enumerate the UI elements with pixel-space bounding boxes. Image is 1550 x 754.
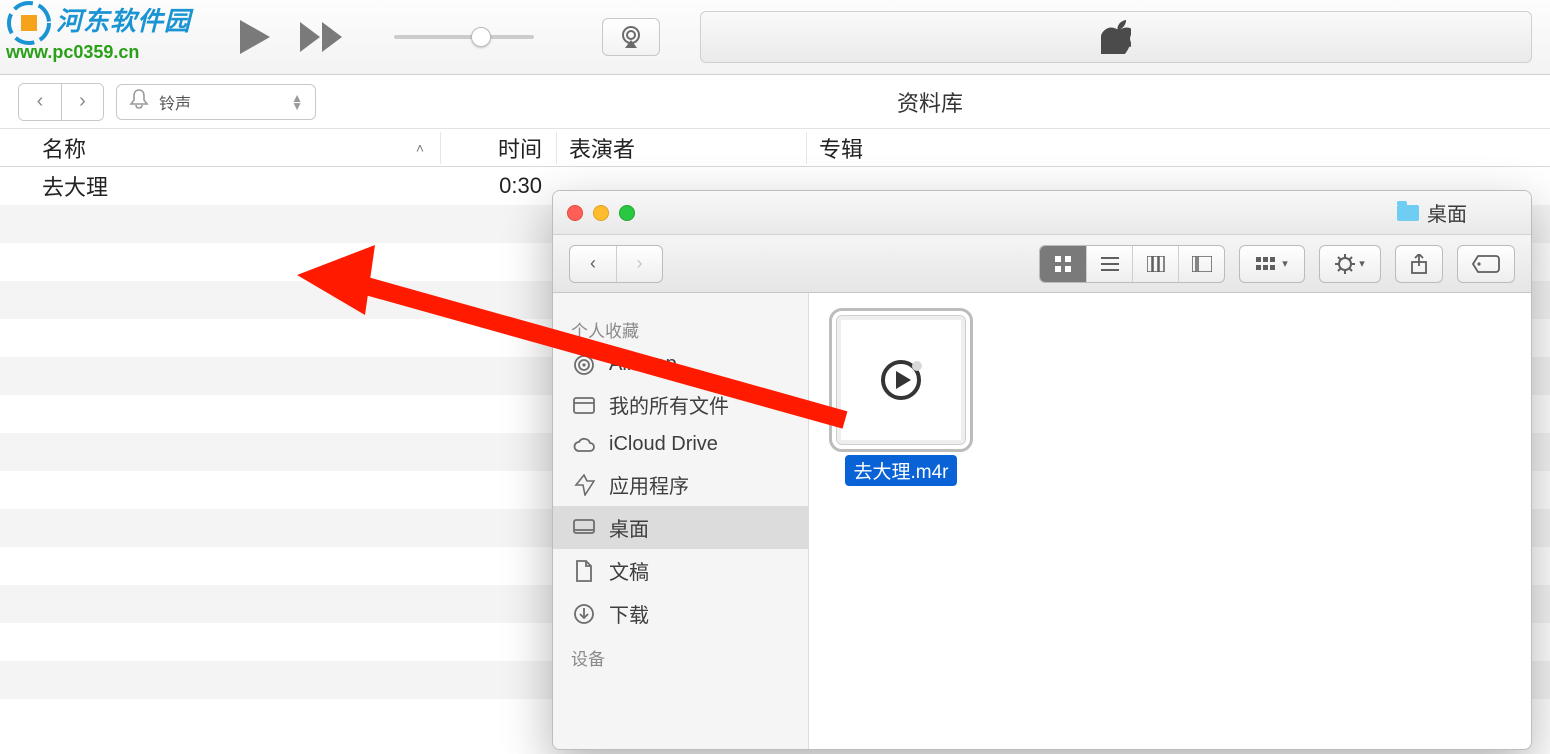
sidebar-item-desktop[interactable]: 桌面 — [553, 506, 808, 549]
airdrop-icon — [571, 354, 597, 376]
finder-back-button[interactable]: ‹ — [570, 246, 616, 282]
close-icon[interactable] — [567, 205, 583, 221]
volume-slider[interactable] — [394, 35, 534, 39]
library-label: 资料库 — [328, 86, 1532, 118]
play-button[interactable] — [238, 18, 272, 56]
sidebar-section-favorites: 个人收藏 — [553, 313, 808, 346]
sidebar-item-allfiles[interactable]: 我的所有文件 — [553, 383, 808, 426]
nav-back-forward: ‹ › — [18, 83, 104, 121]
sidebar-item-airdrop[interactable]: AirDrop — [553, 346, 808, 383]
view-list-button[interactable] — [1086, 246, 1132, 282]
ringtone-file-icon — [836, 315, 966, 445]
folder-icon — [1397, 205, 1419, 221]
file-name: 去大理.m4r — [845, 455, 956, 486]
media-type-label: 铃声 — [159, 90, 191, 114]
apple-logo-icon — [1101, 20, 1131, 54]
chevron-updown-icon: ▲▼ — [291, 94, 303, 110]
column-artist[interactable]: 表演者 — [556, 132, 806, 164]
finder-forward-button[interactable]: › — [616, 246, 662, 282]
minimize-icon[interactable] — [593, 205, 609, 221]
document-icon — [571, 560, 597, 582]
watermark: 河东软件园 www.pc0359.cn — [6, 0, 191, 63]
sidebar-item-downloads[interactable]: 下载 — [553, 592, 808, 635]
sort-asc-icon: ˄ — [416, 140, 424, 156]
action-button[interactable]: ▾ — [1320, 246, 1380, 282]
back-button[interactable]: ‹ — [19, 84, 61, 120]
tags-button[interactable] — [1458, 246, 1514, 282]
finder-window: 桌面 ‹ › ▾ ▾ 个人收藏 AirDrop 我的所有文件 iCloud Dr… — [552, 190, 1532, 750]
cloud-icon — [571, 436, 597, 454]
column-time[interactable]: 时间 — [440, 132, 556, 164]
finder-sidebar: 个人收藏 AirDrop 我的所有文件 iCloud Drive 应用程序 桌面… — [553, 293, 809, 749]
share-button[interactable] — [1396, 246, 1442, 282]
sidebar-item-icloud[interactable]: iCloud Drive — [553, 426, 808, 463]
view-gallery-button[interactable] — [1178, 246, 1224, 282]
file-item[interactable]: 去大理.m4r — [831, 315, 971, 486]
finder-content[interactable]: 去大理.m4r — [809, 293, 1531, 749]
view-column-button[interactable] — [1132, 246, 1178, 282]
sidebar-item-docs[interactable]: 文稿 — [553, 549, 808, 592]
media-type-picker[interactable]: 铃声 ▲▼ — [116, 84, 316, 120]
view-icon-button[interactable] — [1040, 246, 1086, 282]
lcd-panel — [700, 11, 1532, 63]
sidebar-section-devices: 设备 — [553, 641, 808, 674]
zoom-icon[interactable] — [619, 205, 635, 221]
column-album[interactable]: 专辑 — [806, 132, 1550, 164]
bell-icon — [129, 88, 149, 115]
apps-icon — [571, 474, 597, 496]
allfiles-icon — [571, 395, 597, 415]
finder-title: 桌面 — [1427, 198, 1467, 227]
column-name[interactable]: 名称 ˄ — [0, 132, 440, 164]
sidebar-item-apps[interactable]: 应用程序 — [553, 463, 808, 506]
arrange-button[interactable]: ▾ — [1240, 246, 1304, 282]
airplay-button[interactable] — [602, 18, 660, 56]
desktop-icon — [571, 519, 597, 537]
forward-button-2[interactable]: › — [61, 84, 103, 120]
download-icon — [571, 603, 597, 625]
forward-button[interactable] — [300, 22, 346, 52]
